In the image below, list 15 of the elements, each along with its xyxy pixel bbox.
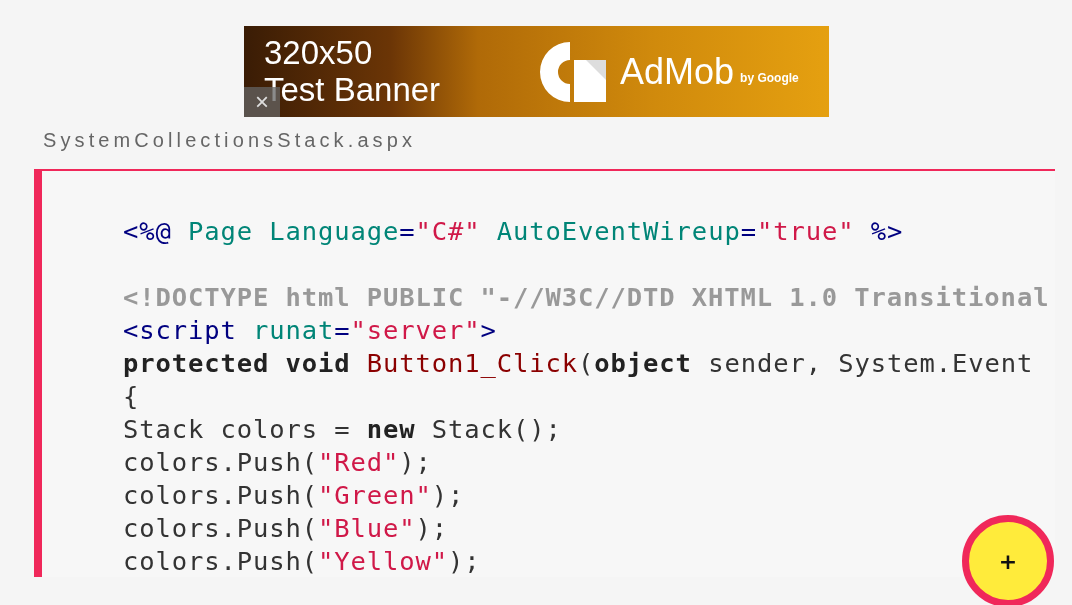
code-line: { bbox=[123, 380, 140, 413]
code-line: <!DOCTYPE html PUBLIC "-//W3C//DTD XHTML 1.0 Transitional bbox=[123, 281, 1050, 314]
code-line: colors.Push("Red"); bbox=[123, 446, 432, 479]
logo-icon bbox=[538, 39, 608, 104]
code-line: Stack colors = new Stack(); bbox=[123, 413, 562, 446]
code-line: colors.Push("Green"); bbox=[123, 479, 465, 512]
code-line: colors.Push("Yellow"); bbox=[123, 545, 481, 578]
code-line: <script runat="server"> bbox=[123, 314, 497, 347]
file-name: SystemCollectionsStack.aspx bbox=[43, 128, 418, 153]
code-line: <%@ Page Language="C#" AutoEventWireup="true" %> bbox=[123, 215, 904, 248]
code-line: colors.Push("Blue"); bbox=[123, 512, 449, 545]
code-line: protected void Button1_Click(object sender, System.Event bbox=[123, 347, 1034, 380]
brand-suffix: by Google bbox=[740, 69, 799, 87]
ad-size-text: 320x50 bbox=[264, 35, 374, 72]
brand-name: AdMob bbox=[620, 49, 735, 94]
